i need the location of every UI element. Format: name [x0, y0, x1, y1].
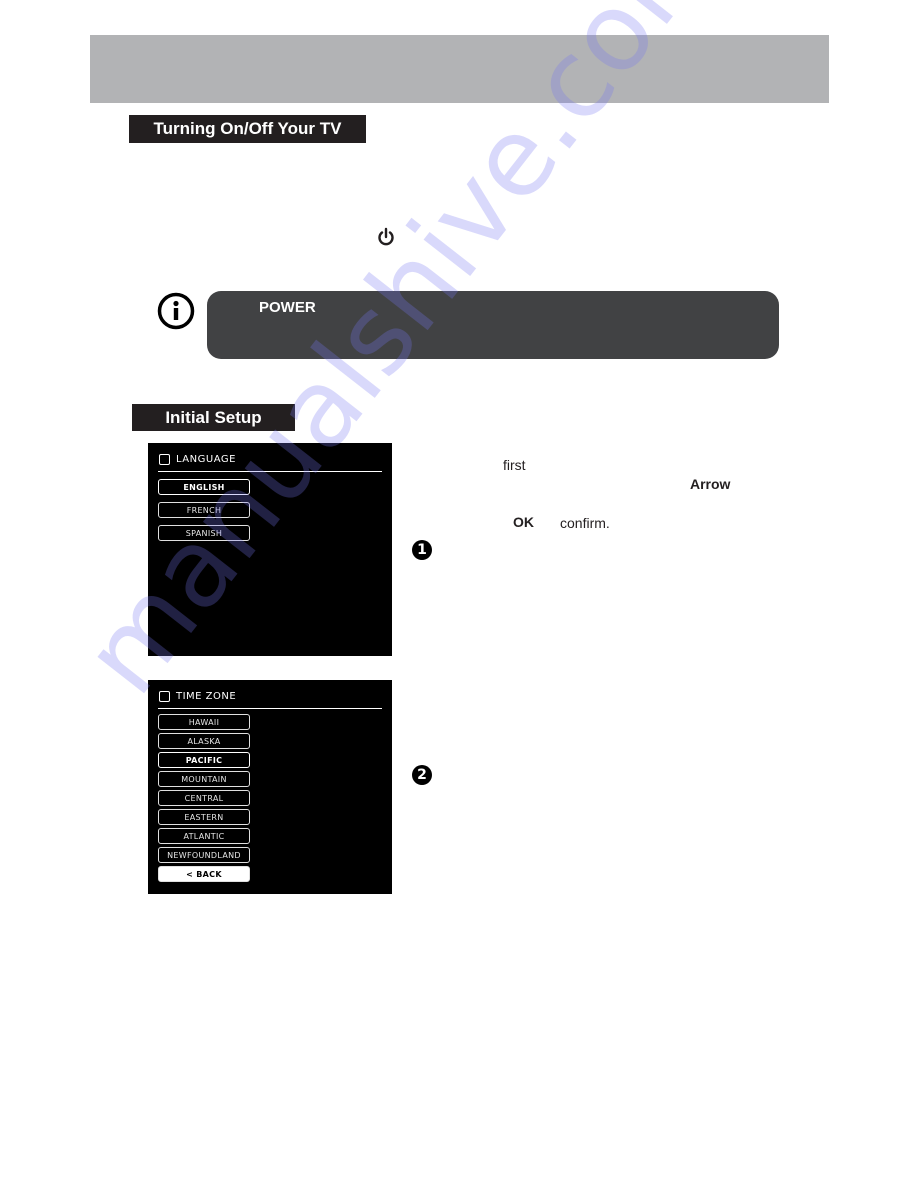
divider [158, 471, 382, 472]
time-zone-heading: TIME ZONE [176, 691, 237, 702]
time-zone-header: TIME ZONE [159, 691, 236, 702]
note-keyword-power: POWER [259, 299, 316, 316]
language-header: LANGUAGE [159, 454, 236, 465]
tz-option-central[interactable]: CENTRAL [158, 790, 250, 806]
tz-option-eastern[interactable]: EASTERN [158, 809, 250, 825]
info-icon [157, 292, 195, 330]
checkbox-icon [159, 691, 170, 702]
divider [158, 708, 382, 709]
tz-option-alaska[interactable]: ALASKA [158, 733, 250, 749]
section-title-setup: Initial Setup [132, 404, 295, 431]
language-screen: LANGUAGE ENGLISH FRENCH SPANISH [148, 443, 392, 656]
text-first: first [503, 457, 526, 473]
tz-option-hawaii[interactable]: HAWAII [158, 714, 250, 730]
language-option-english[interactable]: ENGLISH [158, 479, 250, 495]
section-title-power: Turning On/Off Your TV [129, 115, 366, 143]
text-ok: OK [513, 514, 534, 530]
step-2-badge: 2 [412, 765, 432, 785]
power-icon [378, 227, 394, 246]
back-button[interactable]: < BACK [158, 866, 250, 882]
checkbox-icon [159, 454, 170, 465]
tz-option-mountain[interactable]: MOUNTAIN [158, 771, 250, 787]
language-heading: LANGUAGE [176, 454, 236, 465]
step-1-badge: 1 [412, 540, 432, 560]
header-band [90, 35, 829, 103]
tz-option-atlantic[interactable]: ATLANTIC [158, 828, 250, 844]
tz-option-newfoundland[interactable]: NEWFOUNDLAND [158, 847, 250, 863]
text-confirm: confirm. [560, 515, 610, 531]
text-arrow: Arrow [690, 476, 731, 492]
time-zone-screen: TIME ZONE HAWAII ALASKA PACIFIC MOUNTAIN… [148, 680, 392, 894]
tz-option-pacific[interactable]: PACIFIC [158, 752, 250, 768]
language-option-spanish[interactable]: SPANISH [158, 525, 250, 541]
language-option-french[interactable]: FRENCH [158, 502, 250, 518]
